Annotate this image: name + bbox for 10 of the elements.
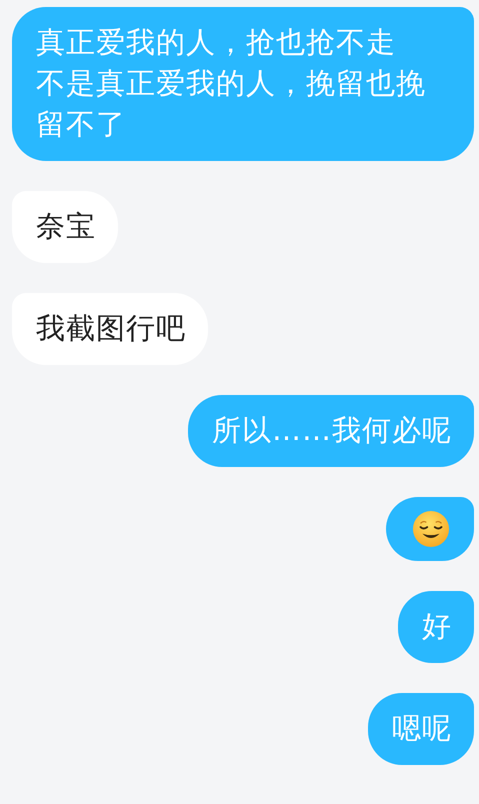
message-bubble[interactable]: 真正爱我的人，抢也抢不走 不是真正爱我的人，挽留也挽留不了 [12,7,474,161]
message-bubble[interactable]: 奈宝 [12,191,118,263]
smiling-face-icon [412,510,450,548]
message-bubble[interactable]: 嗯呢 [368,693,474,765]
message-bubble[interactable]: 所以……我何必呢 [188,395,474,467]
message-bubble[interactable] [386,497,474,561]
message-bubble[interactable]: 好 [398,591,474,663]
message-bubble[interactable]: 我截图行吧 [12,293,208,365]
message-text: 真正爱我的人，抢也抢不走 [36,24,397,61]
message-text: 不是真正爱我的人，挽留也挽留不了 [36,65,427,143]
